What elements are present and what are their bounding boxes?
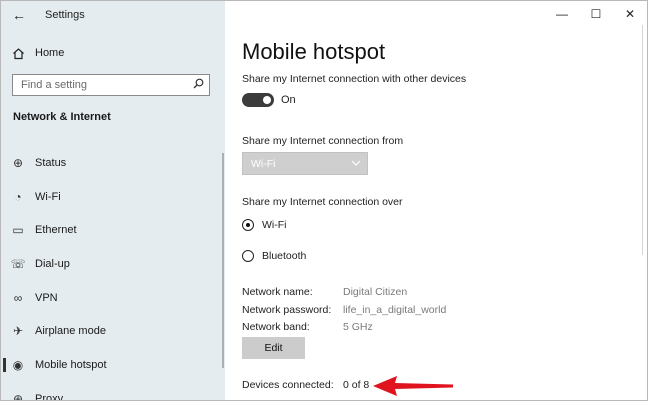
chevron-down-icon	[345, 158, 367, 169]
toggle-knob	[263, 96, 271, 104]
sidebar-item-label: Airplane mode	[35, 325, 106, 338]
sidebar-item-airplane-mode[interactable]: ✈ Airplane mode	[1, 314, 225, 348]
ethernet-icon: ▭	[12, 223, 24, 238]
sidebar-item-label: Wi-Fi	[35, 190, 61, 203]
radio-wifi-label: Wi-Fi	[262, 219, 287, 231]
devices-connected-label: Devices connected:	[242, 379, 334, 391]
section-header: Network & Internet	[13, 111, 111, 123]
radio-bluetooth[interactable]	[242, 250, 254, 262]
sidebar-item-label: Dial-up	[35, 257, 70, 270]
annotation-arrow-icon	[373, 376, 453, 396]
network-password-value: life_in_a_digital_world	[343, 304, 447, 316]
share-from-label: Share my Internet connection from	[242, 135, 404, 147]
share-connection-label: Share my Internet connection with other …	[242, 73, 467, 85]
content-scrollbar[interactable]	[642, 25, 643, 255]
sidebar-item-proxy[interactable]: ⊕ Proxy	[1, 382, 225, 401]
page-title: Mobile hotspot	[242, 39, 386, 64]
proxy-icon: ⊕	[12, 391, 24, 401]
share-from-dropdown[interactable]: Wi-Fi	[242, 152, 368, 175]
sidebar-item-label: Proxy	[35, 392, 64, 401]
sidebar-scrollbar[interactable]	[222, 153, 224, 368]
home-nav-item[interactable]: Home	[1, 41, 225, 65]
network-name-label: Network name:	[242, 286, 313, 298]
status-icon: ⊕	[12, 155, 24, 170]
edit-button[interactable]: Edit	[242, 337, 305, 359]
sidebar: ← Settings Home Find a setting Network &…	[1, 1, 225, 400]
radio-bluetooth-label: Bluetooth	[262, 250, 307, 262]
main-content: Mobile hotspot Share my Internet connect…	[225, 1, 647, 400]
sidebar-item-label: VPN	[35, 291, 58, 304]
settings-window: ← Settings Home Find a setting Network &…	[0, 0, 648, 401]
network-band-value: 5 GHz	[343, 321, 373, 333]
hotspot-icon: ◉	[12, 357, 24, 372]
back-arrow-icon: ←	[12, 7, 26, 23]
vpn-icon: ∞	[13, 290, 23, 305]
home-label: Home	[35, 47, 65, 59]
sidebar-item-label: Mobile hotspot	[35, 358, 107, 371]
share-from-value: Wi-Fi	[251, 157, 276, 170]
hotspot-toggle[interactable]	[242, 93, 274, 107]
back-button[interactable]: ←	[1, 1, 37, 29]
sidebar-item-wifi[interactable]: ◔ Wi-Fi	[1, 180, 225, 214]
sidebar-item-vpn[interactable]: ∞ VPN	[1, 281, 225, 315]
sidebar-item-mobile-hotspot[interactable]: ◉ Mobile hotspot	[1, 348, 225, 382]
airplane-icon: ✈	[12, 324, 24, 339]
share-over-label: Share my Internet connection over	[242, 196, 403, 208]
search-placeholder: Find a setting	[21, 79, 88, 91]
nav-list: ⊕ Status ◔ Wi-Fi ▭ Ethernet ☏ Dial-up ∞ …	[1, 146, 225, 401]
title-bar: ← Settings	[1, 1, 225, 29]
devices-connected-value: 0 of 8	[343, 379, 370, 391]
toggle-state-label: On	[281, 94, 296, 106]
search-icon[interactable]	[187, 78, 209, 92]
network-band-label: Network band:	[242, 321, 310, 333]
search-input[interactable]: Find a setting	[12, 74, 210, 96]
sidebar-item-status[interactable]: ⊕ Status	[1, 146, 225, 180]
dialup-icon: ☏	[10, 256, 26, 271]
sidebar-item-dialup[interactable]: ☏ Dial-up	[1, 247, 225, 281]
sidebar-item-ethernet[interactable]: ▭ Ethernet	[1, 213, 225, 247]
network-name-value: Digital Citizen	[343, 286, 408, 298]
home-icon	[1, 47, 35, 60]
sidebar-item-label: Ethernet	[35, 224, 77, 237]
sidebar-item-label: Status	[35, 156, 67, 169]
app-title: Settings	[45, 9, 85, 21]
network-password-label: Network password:	[242, 304, 332, 316]
wifi-icon: ◔	[14, 189, 22, 204]
radio-wifi[interactable]	[242, 219, 254, 231]
